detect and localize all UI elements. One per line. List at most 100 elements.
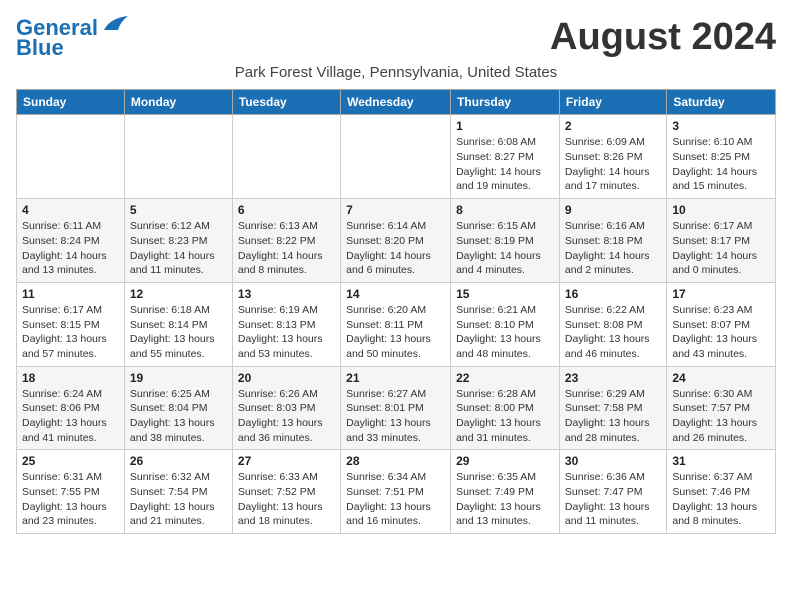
week-row-3: 11 Sunrise: 6:17 AMSunset: 8:15 PMDayligh…: [17, 282, 776, 366]
day-cell: 19 Sunrise: 6:25 AMSunset: 8:04 PMDayligh…: [124, 366, 232, 450]
day-cell: 12 Sunrise: 6:18 AMSunset: 8:14 PMDayligh…: [124, 282, 232, 366]
day-cell: 29 Sunrise: 6:35 AMSunset: 7:49 PMDayligh…: [451, 450, 560, 534]
day-info: Sunrise: 6:24 AMSunset: 8:06 PMDaylight:…: [22, 387, 119, 446]
calendar-table: SundayMondayTuesdayWednesdayThursdayFrid…: [16, 89, 776, 534]
day-info: Sunrise: 6:08 AMSunset: 8:27 PMDaylight:…: [456, 135, 554, 194]
day-cell: 28 Sunrise: 6:34 AMSunset: 7:51 PMDayligh…: [341, 450, 451, 534]
col-header-tuesday: Tuesday: [232, 90, 340, 115]
col-header-saturday: Saturday: [667, 90, 776, 115]
day-cell: 17Sunrise: 6:23 AMSunset: 8:07 PMDayligh…: [667, 282, 776, 366]
week-row-1: 1 Sunrise: 6:08 AMSunset: 8:27 PMDaylight…: [17, 115, 776, 199]
day-cell: 18Sunrise: 6:24 AMSunset: 8:06 PMDayligh…: [17, 366, 125, 450]
day-info: Sunrise: 6:34 AMSunset: 7:51 PMDaylight:…: [346, 470, 445, 529]
day-number: 16: [565, 287, 661, 301]
day-cell: 2Sunrise: 6:09 AMSunset: 8:26 PMDaylight…: [559, 115, 666, 199]
day-info: Sunrise: 6:12 AMSunset: 8:23 PMDaylight:…: [130, 219, 227, 278]
day-number: 31: [672, 454, 770, 468]
day-info: Sunrise: 6:09 AMSunset: 8:26 PMDaylight:…: [565, 135, 661, 194]
day-info: Sunrise: 6:22 AMSunset: 8:08 PMDaylight:…: [565, 303, 661, 362]
day-cell: [17, 115, 125, 199]
day-cell: 27 Sunrise: 6:33 AMSunset: 7:52 PMDayligh…: [232, 450, 340, 534]
day-number: 1: [456, 119, 554, 133]
day-cell: 10 Sunrise: 6:17 AMSunset: 8:17 PMDayligh…: [667, 199, 776, 283]
day-info: Sunrise: 6:16 AMSunset: 8:18 PMDaylight:…: [565, 219, 661, 278]
day-info: Sunrise: 6:17 AMSunset: 8:15 PMDaylight:…: [22, 303, 119, 362]
day-cell: 25Sunrise: 6:31 AMSunset: 7:55 PMDayligh…: [17, 450, 125, 534]
month-title: August 2024: [550, 16, 776, 59]
day-number: 9: [565, 203, 661, 217]
day-info: Sunrise: 6:29 AMSunset: 7:58 PMDaylight:…: [565, 387, 661, 446]
day-number: 23: [565, 371, 661, 385]
day-cell: 9 Sunrise: 6:16 AMSunset: 8:18 PMDaylight…: [559, 199, 666, 283]
day-info: Sunrise: 6:27 AMSunset: 8:01 PMDaylight:…: [346, 387, 445, 446]
day-number: 8: [456, 203, 554, 217]
day-cell: 11 Sunrise: 6:17 AMSunset: 8:15 PMDayligh…: [17, 282, 125, 366]
day-number: 29: [456, 454, 554, 468]
day-cell: [341, 115, 451, 199]
day-number: 19: [130, 371, 227, 385]
day-cell: 3Sunrise: 6:10 AMSunset: 8:25 PMDaylight…: [667, 115, 776, 199]
day-number: 24: [672, 371, 770, 385]
day-cell: 30 Sunrise: 6:36 AMSunset: 7:47 PMDayligh…: [559, 450, 666, 534]
day-number: 21: [346, 371, 445, 385]
day-number: 4: [22, 203, 119, 217]
day-number: 10: [672, 203, 770, 217]
day-cell: 4 Sunrise: 6:11 AMSunset: 8:24 PMDaylight…: [17, 199, 125, 283]
day-number: 25: [22, 454, 119, 468]
day-number: 5: [130, 203, 227, 217]
day-cell: 24 Sunrise: 6:30 AMSunset: 7:57 PMDayligh…: [667, 366, 776, 450]
day-info: Sunrise: 6:33 AMSunset: 7:52 PMDaylight:…: [238, 470, 335, 529]
day-number: 30: [565, 454, 661, 468]
col-header-wednesday: Wednesday: [341, 90, 451, 115]
header: General Blue August 2024: [16, 16, 776, 60]
day-number: 13: [238, 287, 335, 301]
day-cell: 16 Sunrise: 6:22 AMSunset: 8:08 PMDayligh…: [559, 282, 666, 366]
day-number: 27: [238, 454, 335, 468]
day-cell: 14Sunrise: 6:20 AMSunset: 8:11 PMDayligh…: [341, 282, 451, 366]
day-number: 12: [130, 287, 227, 301]
day-cell: 21 Sunrise: 6:27 AMSunset: 8:01 PMDayligh…: [341, 366, 451, 450]
day-cell: 26Sunrise: 6:32 AMSunset: 7:54 PMDayligh…: [124, 450, 232, 534]
day-cell: 8 Sunrise: 6:15 AMSunset: 8:19 PMDaylight…: [451, 199, 560, 283]
day-info: Sunrise: 6:14 AMSunset: 8:20 PMDaylight:…: [346, 219, 445, 278]
day-number: 15: [456, 287, 554, 301]
col-header-monday: Monday: [124, 90, 232, 115]
day-info: Sunrise: 6:15 AMSunset: 8:19 PMDaylight:…: [456, 219, 554, 278]
day-info: Sunrise: 6:18 AMSunset: 8:14 PMDaylight:…: [130, 303, 227, 362]
day-info: Sunrise: 6:10 AMSunset: 8:25 PMDaylight:…: [672, 135, 770, 194]
day-cell: 20Sunrise: 6:26 AMSunset: 8:03 PMDayligh…: [232, 366, 340, 450]
day-info: Sunrise: 6:23 AMSunset: 8:07 PMDaylight:…: [672, 303, 770, 362]
week-row-4: 18Sunrise: 6:24 AMSunset: 8:06 PMDayligh…: [17, 366, 776, 450]
day-info: Sunrise: 6:28 AMSunset: 8:00 PMDaylight:…: [456, 387, 554, 446]
day-info: Sunrise: 6:25 AMSunset: 8:04 PMDaylight:…: [130, 387, 227, 446]
week-row-5: 25Sunrise: 6:31 AMSunset: 7:55 PMDayligh…: [17, 450, 776, 534]
day-cell: 6 Sunrise: 6:13 AMSunset: 8:22 PMDaylight…: [232, 199, 340, 283]
month-heading: August 2024: [550, 16, 776, 59]
day-info: Sunrise: 6:36 AMSunset: 7:47 PMDaylight:…: [565, 470, 661, 529]
logo: General Blue: [16, 16, 128, 60]
day-number: 6: [238, 203, 335, 217]
day-info: Sunrise: 6:30 AMSunset: 7:57 PMDaylight:…: [672, 387, 770, 446]
day-cell: 7Sunrise: 6:14 AMSunset: 8:20 PMDaylight…: [341, 199, 451, 283]
day-cell: 13Sunrise: 6:19 AMSunset: 8:13 PMDayligh…: [232, 282, 340, 366]
day-info: Sunrise: 6:35 AMSunset: 7:49 PMDaylight:…: [456, 470, 554, 529]
day-cell: 15Sunrise: 6:21 AMSunset: 8:10 PMDayligh…: [451, 282, 560, 366]
logo-text-blue: Blue: [16, 36, 64, 60]
day-cell: 23 Sunrise: 6:29 AMSunset: 7:58 PMDayligh…: [559, 366, 666, 450]
day-cell: 1 Sunrise: 6:08 AMSunset: 8:27 PMDaylight…: [451, 115, 560, 199]
day-cell: 31 Sunrise: 6:37 AMSunset: 7:46 PMDayligh…: [667, 450, 776, 534]
day-info: Sunrise: 6:13 AMSunset: 8:22 PMDaylight:…: [238, 219, 335, 278]
calendar-header-row: SundayMondayTuesdayWednesdayThursdayFrid…: [17, 90, 776, 115]
col-header-friday: Friday: [559, 90, 666, 115]
day-number: 11: [22, 287, 119, 301]
day-number: 14: [346, 287, 445, 301]
day-info: Sunrise: 6:26 AMSunset: 8:03 PMDaylight:…: [238, 387, 335, 446]
logo-bird-icon: [100, 16, 128, 34]
day-number: 28: [346, 454, 445, 468]
col-header-thursday: Thursday: [451, 90, 560, 115]
location-title: Park Forest Village, Pennsylvania, Unite…: [16, 64, 776, 81]
day-cell: [124, 115, 232, 199]
day-info: Sunrise: 6:17 AMSunset: 8:17 PMDaylight:…: [672, 219, 770, 278]
day-info: Sunrise: 6:37 AMSunset: 7:46 PMDaylight:…: [672, 470, 770, 529]
day-info: Sunrise: 6:11 AMSunset: 8:24 PMDaylight:…: [22, 219, 119, 278]
